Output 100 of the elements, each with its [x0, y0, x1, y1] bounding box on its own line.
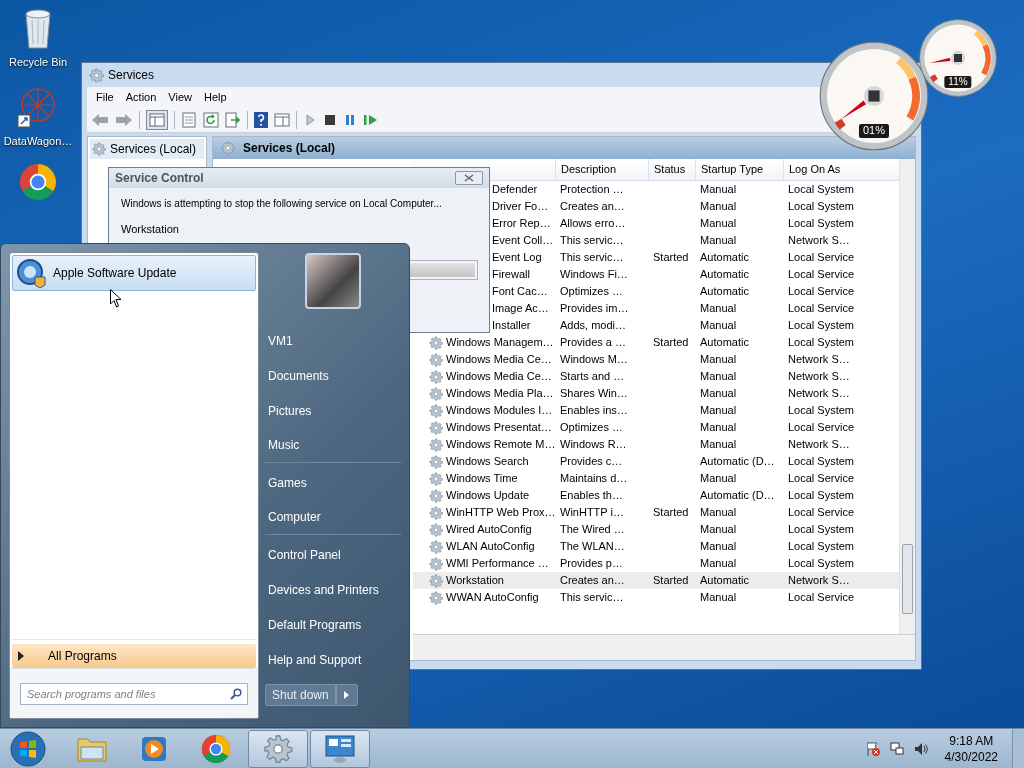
- table-cell: Manual: [700, 200, 737, 213]
- pause-icon[interactable]: [343, 112, 357, 127]
- table-cell: Started: [653, 506, 689, 519]
- table-cell: Network S…: [788, 574, 850, 587]
- menu-item[interactable]: Help: [198, 88, 232, 106]
- table-cell-text: WLAN AutoConfig: [446, 539, 535, 555]
- stop-icon[interactable]: [323, 112, 337, 127]
- program-item[interactable]: Apple Software Update: [12, 255, 256, 291]
- dialog-message: Windows is attempting to stop the following service on Local Computer...: [121, 197, 443, 211]
- tree-item[interactable]: Services (Local): [90, 139, 204, 159]
- start-menu-link[interactable]: Games: [265, 465, 401, 500]
- table-cell: Manual: [700, 404, 737, 417]
- table-cell: Adds, modi…: [560, 319, 627, 332]
- table-cell: Provides c…: [560, 455, 623, 468]
- shut-down-button[interactable]: Shut down: [265, 684, 336, 706]
- table-row[interactable]: WWAN AutoConfig This servic… Manual Local Service: [413, 589, 899, 606]
- cursor-icon: [110, 289, 122, 308]
- menu-item[interactable]: Action: [120, 88, 162, 106]
- table-row[interactable]: WMI Performance … Provides p… Manual Local System: [413, 555, 899, 572]
- table-cell: Manual: [700, 506, 737, 519]
- table-cell: Automatic: [700, 574, 749, 587]
- table-cell: Manual: [700, 591, 737, 604]
- desktop-icon-label[interactable]: DataWagon…: [3, 132, 73, 149]
- column-header[interactable]: Status: [648, 159, 695, 180]
- menu-item[interactable]: View: [163, 88, 197, 106]
- table-row[interactable]: Windows Media Pla… Shares Win… Manual Network S…: [413, 385, 899, 402]
- table-cell: Manual: [700, 370, 737, 383]
- pane-title: Services (Local): [243, 140, 336, 157]
- gear-icon: [429, 437, 443, 452]
- table-row[interactable]: Windows Presentat… Optimizes … Manual Local Service: [413, 419, 899, 436]
- start-menu-link[interactable]: Pictures: [265, 393, 401, 428]
- scrollbar[interactable]: [899, 159, 915, 634]
- taskbar-button[interactable]: [310, 729, 370, 768]
- start-menu-link[interactable]: VM1: [265, 323, 401, 358]
- export-list-icon[interactable]: [225, 111, 241, 128]
- table-row[interactable]: Workstation Creates an… Started Automatic Network S…: [413, 572, 899, 589]
- table-cell: This servic…: [560, 251, 624, 264]
- table-cell: Manual: [700, 217, 737, 230]
- table-row[interactable]: Windows Remote M… Windows R… Manual Network S…: [413, 436, 899, 453]
- help-icon[interactable]: [254, 111, 268, 128]
- back-arrow-icon[interactable]: [91, 112, 109, 127]
- table-cell: Local System: [788, 540, 855, 553]
- monitor-panel-icon: [324, 733, 356, 764]
- column-header[interactable]: Startup Type: [695, 159, 783, 180]
- table-row[interactable]: WinHTTP Web Prox… WinHTTP i… Started Manual Local Service: [413, 504, 899, 521]
- table-cell: Network S…: [788, 387, 850, 400]
- start-menu-link[interactable]: Devices and Printers: [265, 572, 401, 607]
- table-row[interactable]: WLAN AutoConfig The WLAN… Manual Local System: [413, 538, 899, 555]
- table-cell: Local System: [788, 455, 855, 468]
- gear-icon: [429, 488, 443, 503]
- start-button-icon[interactable]: [9, 729, 47, 768]
- table-cell: Windows R…: [560, 438, 627, 451]
- triangle-icon: [344, 691, 350, 699]
- taskbar-button[interactable]: [248, 729, 308, 768]
- desktop-icon-label[interactable]: Recycle Bin: [8, 54, 68, 71]
- gears-icon: [263, 733, 293, 764]
- play-icon[interactable]: [303, 112, 317, 127]
- table-row[interactable]: Windows Media Ce… Windows M… Manual Network S…: [413, 351, 899, 368]
- table-cell-text: Windows Presentat…: [446, 420, 552, 436]
- table-cell: Automatic: [700, 268, 749, 281]
- table-cell-text: Workstation: [446, 573, 504, 589]
- all-programs-button[interactable]: All Programs: [12, 644, 256, 668]
- network-icon[interactable]: [888, 740, 905, 757]
- table-cell: Provides p…: [560, 557, 623, 570]
- table-row[interactable]: Wired AutoConfig The Wired … Manual Local System: [413, 521, 899, 538]
- start-menu-link[interactable]: Help and Support: [265, 642, 401, 677]
- chrome-icon[interactable]: [19, 163, 57, 201]
- start-menu-link[interactable]: Documents: [265, 358, 401, 393]
- forward-arrow-icon[interactable]: [115, 112, 133, 127]
- table-cell: Local System: [788, 183, 855, 196]
- user-picture[interactable]: [305, 253, 361, 309]
- start-menu-link[interactable]: Control Panel: [265, 537, 401, 572]
- clock[interactable]: 9:18 AM 4/30/2022: [936, 732, 998, 765]
- table-row[interactable]: Windows Managem… Provides a … Started Automatic Local System: [413, 334, 899, 351]
- start-menu-link[interactable]: Computer: [265, 500, 401, 535]
- show-pane-icon[interactable]: [274, 111, 290, 128]
- table-cell: Automatic (D…: [700, 489, 775, 502]
- close-button[interactable]: [455, 171, 483, 185]
- restart-icon[interactable]: [363, 112, 379, 127]
- menu-item[interactable]: File: [91, 88, 119, 106]
- table-row[interactable]: Windows Time Maintains d… Manual Local Service: [413, 470, 899, 487]
- flag-icon[interactable]: [864, 740, 881, 757]
- table-row[interactable]: Windows Modules I… Enables ins… Manual Local System: [413, 402, 899, 419]
- gear-icon: [89, 67, 104, 83]
- start-menu-link[interactable]: Music: [265, 428, 401, 463]
- console-tree-icon[interactable]: [146, 109, 168, 130]
- table-row[interactable]: Windows Search Provides c… Automatic (D… Local System: [413, 453, 899, 470]
- dialog-title: Service Control: [115, 170, 204, 187]
- table-cell: Automatic: [700, 251, 749, 264]
- properties-icon[interactable]: [181, 111, 197, 128]
- start-menu-link[interactable]: Default Programs: [265, 607, 401, 642]
- table-cell: Started: [653, 574, 689, 587]
- chrome-icon[interactable]: [201, 733, 231, 764]
- table-row[interactable]: Windows Media Ce… Starts and … Manual Network S…: [413, 368, 899, 385]
- search-field[interactable]: Search programs and files: [20, 682, 248, 705]
- column-header[interactable]: Log On As: [783, 159, 869, 180]
- shut-down-options-button[interactable]: [335, 684, 358, 706]
- refresh-icon[interactable]: [203, 111, 219, 128]
- table-row[interactable]: Windows Update Enables th… Automatic (D… Local System: [413, 487, 899, 504]
- column-header[interactable]: Description: [555, 159, 648, 180]
